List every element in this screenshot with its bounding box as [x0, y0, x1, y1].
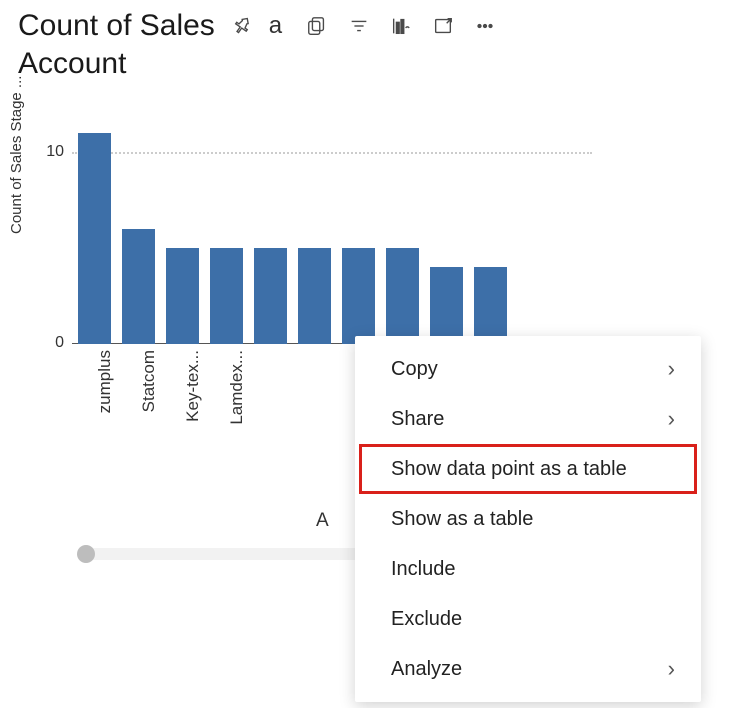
bar-9[interactable] — [474, 267, 507, 344]
pin-icon[interactable] — [231, 15, 253, 37]
menu-show-as-table[interactable]: Show as a table — [355, 494, 701, 544]
menu-show-data-point-as-table[interactable]: Show data point as a table — [359, 444, 697, 494]
plot-area: 10 0 — [72, 114, 592, 344]
bar-visual-icon[interactable] — [390, 15, 412, 37]
bar-0[interactable] — [78, 133, 111, 344]
more-icon[interactable] — [474, 15, 496, 37]
copy-icon[interactable] — [306, 15, 328, 37]
context-menu: Copy › Share › Show data point as a tabl… — [355, 336, 701, 702]
menu-exclude-label: Exclude — [391, 608, 462, 631]
chevron-right-icon: › — [668, 656, 675, 682]
bar-1[interactable] — [122, 229, 155, 344]
scrollbar-thumb[interactable] — [77, 545, 95, 563]
bar-2[interactable] — [166, 248, 199, 344]
visual-toolbar: a — [231, 12, 496, 40]
filter-icon[interactable] — [348, 15, 370, 37]
bar-8[interactable] — [430, 267, 463, 344]
chevron-right-icon: › — [668, 356, 675, 382]
ytick-10: 10 — [46, 143, 64, 161]
x-axis-label: A — [316, 510, 329, 532]
menu-show-as-table-label: Show as a table — [391, 508, 533, 531]
y-axis-label: Count of Sales Stage ... — [8, 76, 25, 234]
menu-show-data-point-label: Show data point as a table — [391, 458, 627, 481]
menu-copy[interactable]: Copy › — [355, 344, 701, 394]
bars-container — [72, 114, 507, 344]
focus-icon[interactable] — [432, 15, 454, 37]
menu-analyze-label: Analyze — [391, 658, 462, 681]
bar-4[interactable] — [254, 248, 287, 344]
menu-analyze[interactable]: Analyze › — [355, 644, 701, 694]
menu-include[interactable]: Include — [355, 544, 701, 594]
chart-title-line1: Count of Sales — [18, 8, 215, 44]
menu-copy-label: Copy — [391, 358, 438, 381]
bar-3[interactable] — [210, 248, 243, 344]
menu-include-label: Include — [391, 558, 456, 581]
bar-7[interactable] — [386, 248, 419, 344]
bar-5[interactable] — [298, 248, 331, 344]
chevron-right-icon: › — [668, 406, 675, 432]
menu-exclude[interactable]: Exclude — [355, 594, 701, 644]
title-cutoff-fragment: a — [269, 12, 282, 40]
ytick-0: 0 — [55, 334, 64, 352]
visual-header: Count of Sales a — [0, 0, 755, 44]
menu-share-label: Share — [391, 408, 444, 431]
chart-title-line2: Account — [0, 46, 755, 82]
bar-6[interactable] — [342, 248, 375, 344]
menu-share[interactable]: Share › — [355, 394, 701, 444]
